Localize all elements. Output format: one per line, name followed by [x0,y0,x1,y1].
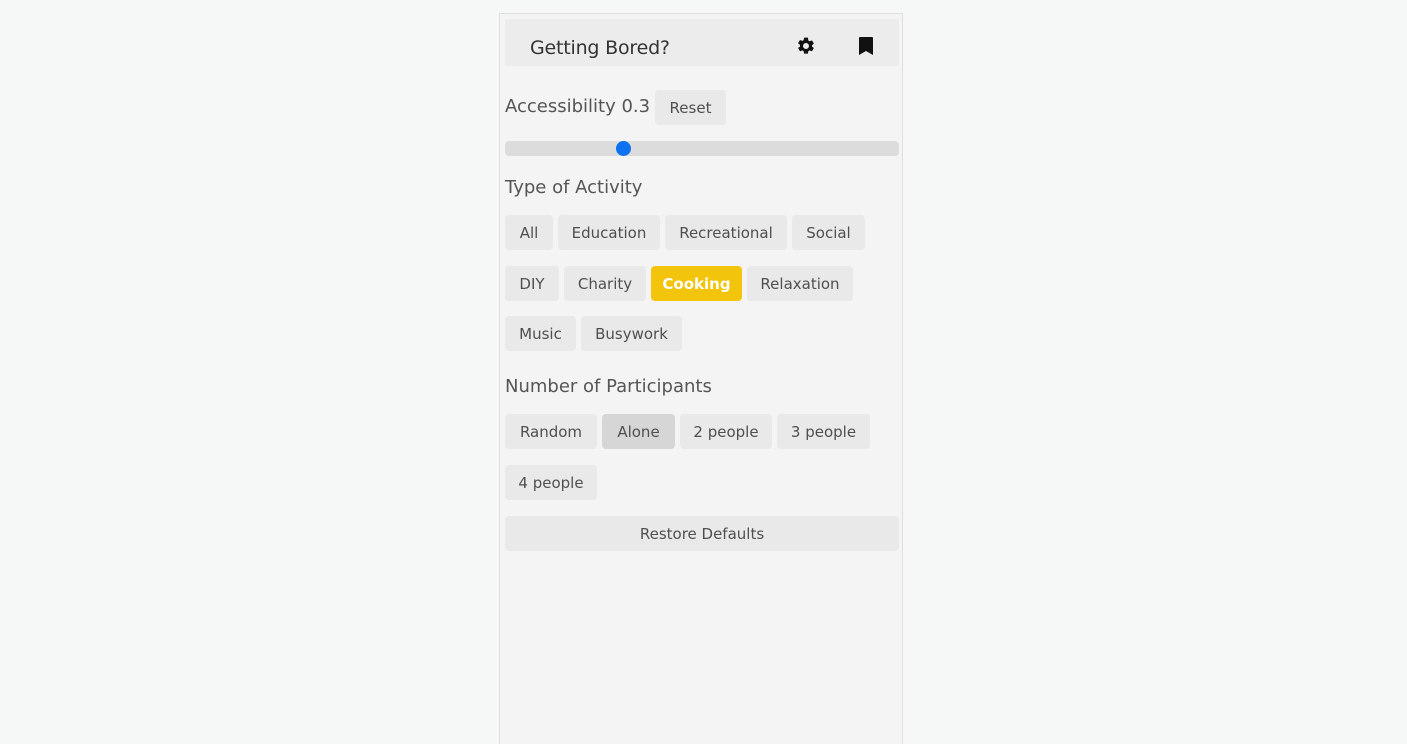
accessibility-slider[interactable] [505,141,899,156]
activity-option[interactable]: Charity [564,266,646,301]
app-container: Getting Bored? Accessibility 0.3 Reset T… [499,13,903,744]
activity-option[interactable]: Recreational [665,215,787,250]
slider-thumb[interactable] [615,141,631,156]
activity-option[interactable]: All [505,215,553,250]
app-title: Getting Bored? [530,37,670,59]
participants-label: Number of Participants [505,376,712,397]
gear-icon[interactable] [795,35,817,57]
bookmark-icon[interactable] [855,35,877,57]
participants-option[interactable]: Random [505,414,597,449]
participants-option[interactable]: 4 people [505,465,597,500]
activity-option[interactable]: DIY [505,266,559,301]
restore-defaults-button[interactable]: Restore Defaults [505,516,899,551]
participants-option[interactable]: 2 people [680,414,772,449]
activity-option[interactable]: Social [792,215,865,250]
activity-option[interactable]: Education [558,215,660,250]
reset-button[interactable]: Reset [655,90,726,125]
app-header: Getting Bored? [505,19,899,66]
participants-option[interactable]: Alone [602,414,675,449]
accessibility-label: Accessibility 0.3 [505,96,651,117]
activity-option[interactable]: Cooking [651,266,742,301]
activity-type-label: Type of Activity [505,177,643,198]
participants-option[interactable]: 3 people [777,414,870,449]
activity-option[interactable]: Relaxation [747,266,853,301]
activity-option[interactable]: Music [505,316,576,351]
activity-option[interactable]: Busywork [581,316,682,351]
